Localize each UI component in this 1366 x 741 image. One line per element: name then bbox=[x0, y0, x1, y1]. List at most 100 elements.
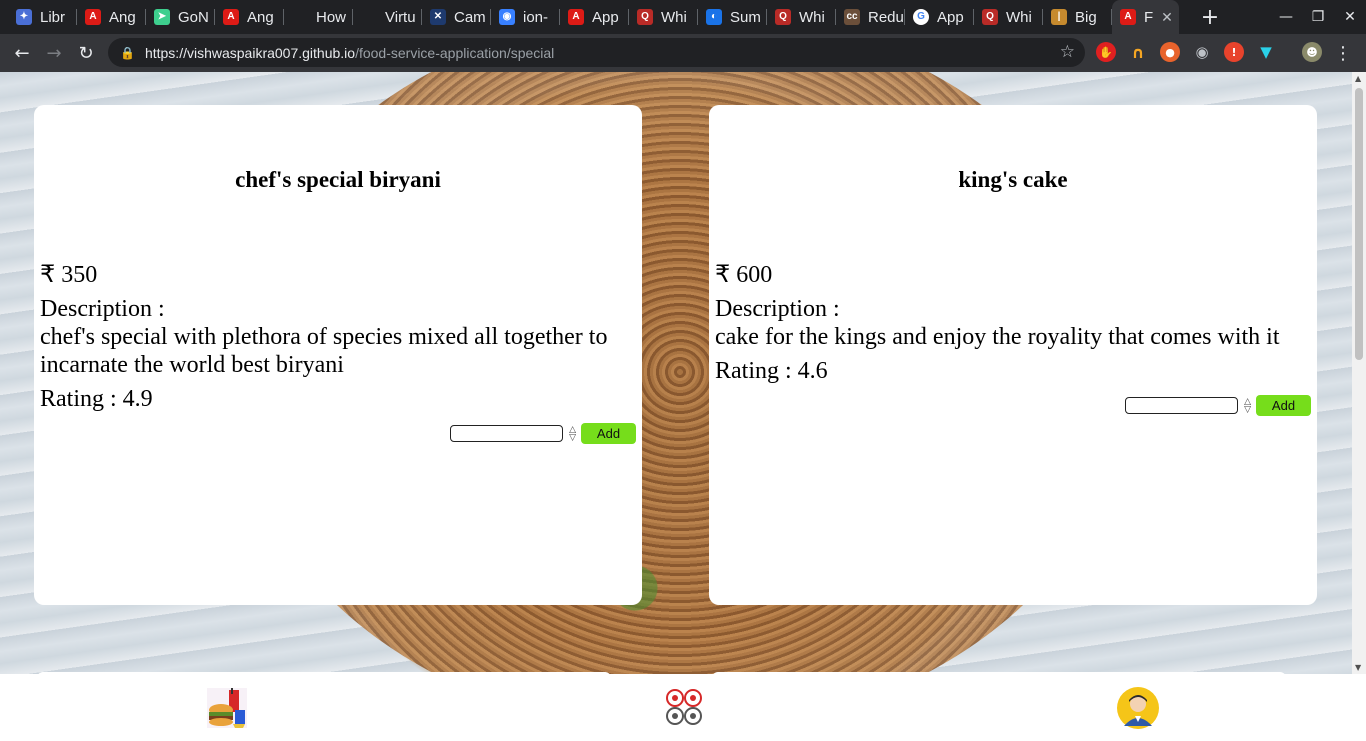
fire-extension-icon[interactable]: ● bbox=[1160, 42, 1180, 62]
forward-arrow-icon[interactable]: → bbox=[38, 37, 70, 69]
url-path: /food-service-application/special bbox=[355, 44, 555, 61]
item-rating: Rating : 4.6 bbox=[715, 358, 828, 384]
quantity-input[interactable] bbox=[1125, 397, 1239, 414]
food-item-card: chef's special biryani ₹ 350 Description… bbox=[34, 105, 642, 605]
ionic-icon: ◉ bbox=[499, 9, 515, 25]
quora-icon: Q bbox=[637, 9, 653, 25]
adblock-extension-icon[interactable]: ✋ bbox=[1096, 42, 1116, 62]
lock-icon: 🔒 bbox=[120, 45, 135, 60]
item-title: chef's special biryani bbox=[235, 167, 441, 192]
browser-tab[interactable]: Q Whi bbox=[767, 0, 836, 34]
angular-icon: A bbox=[223, 9, 239, 25]
browser-tab[interactable]: | Big bbox=[1043, 0, 1112, 34]
back-arrow-icon[interactable]: ← bbox=[6, 37, 38, 69]
globe-icon: ✦ bbox=[16, 9, 32, 25]
browser-tab[interactable]: A Ang bbox=[215, 0, 284, 34]
scroll-down-arrow-icon[interactable]: ▼ bbox=[1355, 663, 1361, 672]
active-browser-tab[interactable]: A F ✕ bbox=[1112, 0, 1179, 34]
tab-title: Sum bbox=[730, 8, 761, 26]
item-title: king's cake bbox=[958, 167, 1068, 192]
tab-title: Virtu bbox=[385, 8, 416, 26]
item-description: chef's special with plethora of species … bbox=[40, 324, 608, 378]
scroll-up-arrow-icon[interactable]: ▲ bbox=[1355, 74, 1361, 83]
browser-tab[interactable]: G App bbox=[905, 0, 974, 34]
angular-icon: A bbox=[1120, 9, 1136, 25]
paper-plane-icon: ➤ bbox=[154, 9, 170, 25]
quora-icon: Q bbox=[982, 9, 998, 25]
page-scrollbar[interactable]: ▲ ▼ bbox=[1352, 72, 1366, 674]
extensions-area: ✋ ∩ ● ◉ ! ▼ ☻ bbox=[1096, 42, 1322, 62]
food-item-card: king's cake ₹ 600 Description : cake for… bbox=[709, 105, 1317, 605]
blank-icon bbox=[361, 9, 377, 25]
tab-title: Ang bbox=[247, 8, 274, 26]
description-label: Description : bbox=[715, 296, 840, 322]
angular-icon: A bbox=[568, 9, 584, 25]
browser-tab[interactable]: Q Whi bbox=[629, 0, 698, 34]
browser-tab[interactable]: ◐ Sum bbox=[698, 0, 767, 34]
tab-title: Whi bbox=[1006, 8, 1032, 26]
google-icon: G bbox=[913, 9, 929, 25]
fast-food-icon[interactable] bbox=[205, 686, 249, 730]
close-window-icon[interactable]: ✕ bbox=[1334, 0, 1366, 34]
camera-extension-icon[interactable]: ◉ bbox=[1192, 42, 1212, 62]
quantity-spinner-icon[interactable]: △ ▽ bbox=[569, 425, 576, 442]
tab-title: Ang bbox=[109, 8, 136, 26]
x-icon: ✕ bbox=[430, 9, 446, 25]
browser-menu-icon[interactable]: ⋮ bbox=[1334, 43, 1352, 64]
browser-tab[interactable]: ➤ GoN bbox=[146, 0, 215, 34]
filter-extension-icon[interactable]: ▼ bbox=[1256, 42, 1276, 62]
tab-title: Redu bbox=[868, 8, 904, 26]
item-price: ₹ 350 bbox=[40, 262, 98, 288]
tab-title: How bbox=[316, 8, 347, 26]
minimize-icon[interactable]: — bbox=[1270, 0, 1302, 34]
cc-icon: cc bbox=[844, 9, 860, 25]
browser-tab[interactable]: cc Redu bbox=[836, 0, 905, 34]
reload-icon[interactable]: ↻ bbox=[70, 37, 102, 69]
window-controls: — ❐ ✕ bbox=[1270, 0, 1366, 34]
tab-title: App bbox=[592, 8, 619, 26]
browser-tab[interactable]: A App bbox=[560, 0, 629, 34]
item-description: cake for the kings and enjoy the royalit… bbox=[715, 324, 1280, 350]
medium-icon: ◐ bbox=[706, 9, 722, 25]
profile-avatar-icon[interactable]: ☻ bbox=[1302, 42, 1322, 62]
quantity-spinner-icon[interactable]: △ ▽ bbox=[1244, 397, 1251, 414]
blank-icon bbox=[292, 9, 308, 25]
quora-icon: Q bbox=[775, 9, 791, 25]
browser-toolbar: ← → ↻ 🔒 https://vishwaspaikra007.github.… bbox=[0, 34, 1366, 72]
new-tab-button[interactable]: + bbox=[1195, 5, 1225, 30]
angular-icon: A bbox=[85, 9, 101, 25]
description-label: Description : bbox=[40, 296, 165, 322]
browser-tab-strip: ✦ Libr A Ang ➤ GoN A Ang How Virtu ✕ Cam ◉ ion- A App Q W… bbox=[0, 0, 1366, 34]
tab-title: F bbox=[1144, 8, 1154, 26]
add-to-cart-button[interactable]: Add bbox=[581, 423, 636, 444]
browser-tab[interactable]: A Ang bbox=[77, 0, 146, 34]
browser-tab[interactable]: Q Whi bbox=[974, 0, 1043, 34]
scrollbar-thumb[interactable] bbox=[1355, 88, 1363, 360]
browser-tab[interactable]: How bbox=[284, 0, 353, 34]
address-bar[interactable]: 🔒 https://vishwaspaikra007.github.io/foo… bbox=[108, 38, 1085, 67]
item-rating: Rating : 4.9 bbox=[40, 386, 153, 412]
tab-title: Big bbox=[1075, 8, 1097, 26]
special-menu-icon[interactable] bbox=[663, 686, 707, 730]
tab-title: Libr bbox=[40, 8, 66, 26]
browser-tab[interactable]: ✕ Cam bbox=[422, 0, 491, 34]
alert-extension-icon[interactable]: ! bbox=[1224, 42, 1244, 62]
item-price: ₹ 600 bbox=[715, 262, 773, 288]
maximize-icon[interactable]: ❐ bbox=[1302, 0, 1334, 34]
tab-title: ion- bbox=[523, 8, 549, 26]
rainbow-extension-icon[interactable]: ∩ bbox=[1128, 42, 1148, 62]
browser-tab[interactable]: ◉ ion- bbox=[491, 0, 560, 34]
tab-title: Whi bbox=[799, 8, 825, 26]
user-profile-icon[interactable] bbox=[1116, 686, 1160, 730]
browser-tab[interactable]: ✦ Libr bbox=[8, 0, 77, 34]
close-tab-icon[interactable]: ✕ bbox=[1161, 9, 1173, 26]
browser-tab[interactable]: Virtu bbox=[353, 0, 422, 34]
add-to-cart-button[interactable]: Add bbox=[1256, 395, 1311, 416]
bars-icon: | bbox=[1051, 9, 1067, 25]
url-host: https://vishwaspaikra007.github.io bbox=[144, 44, 356, 61]
bookmark-star-icon[interactable]: ☆ bbox=[1060, 42, 1075, 62]
quantity-input[interactable] bbox=[450, 425, 564, 442]
tab-title: Whi bbox=[661, 8, 687, 26]
tab-title: App bbox=[937, 8, 964, 26]
tab-title: Cam bbox=[454, 8, 486, 26]
